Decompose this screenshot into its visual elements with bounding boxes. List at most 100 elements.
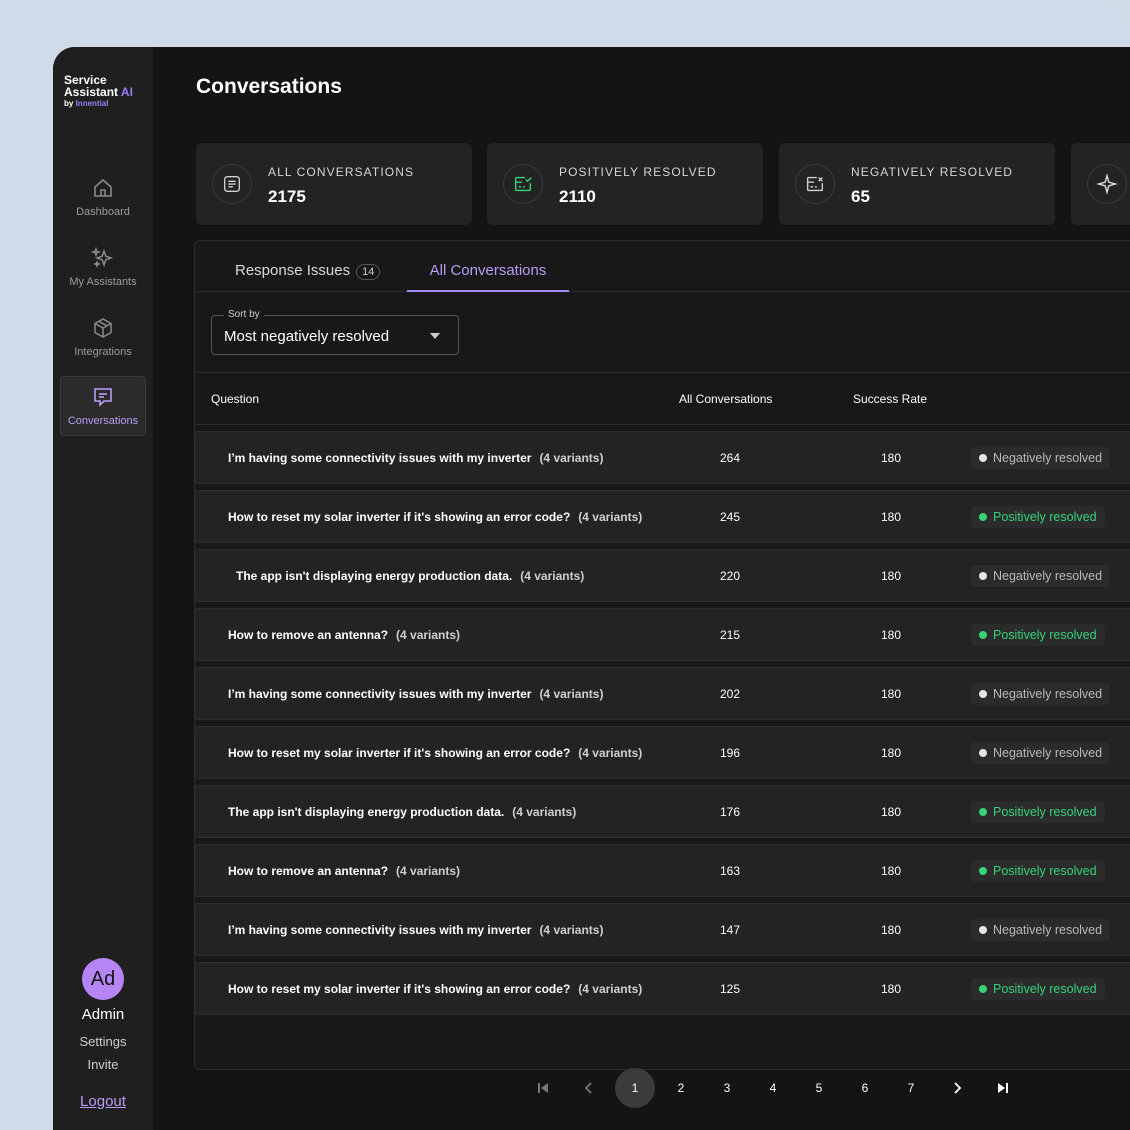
tab-response-issues[interactable]: Response Issues 14 bbox=[235, 262, 381, 280]
column-header-all-conversations[interactable]: All Conversations bbox=[679, 392, 772, 406]
status-badge: Positively resolved bbox=[971, 978, 1105, 1000]
table-row[interactable]: How to remove an antenna? (4 variants) 163… bbox=[194, 844, 1130, 897]
x-card-icon bbox=[806, 176, 824, 192]
status-dot bbox=[979, 808, 987, 816]
status-label: Negatively resolved bbox=[993, 746, 1103, 760]
sidebar-item-dashboard[interactable]: Dashboard bbox=[60, 168, 146, 228]
tab-label: Response Issues bbox=[235, 262, 351, 279]
table-row[interactable]: The app isn't displaying energy producti… bbox=[194, 785, 1130, 838]
status-label: Positively resolved bbox=[993, 864, 1097, 878]
page-button[interactable]: 4 bbox=[753, 1068, 793, 1108]
status-label: Negatively resolved bbox=[993, 923, 1103, 937]
status-label: Positively resolved bbox=[993, 805, 1097, 819]
invite-link[interactable]: Invite bbox=[53, 1057, 153, 1072]
table-row[interactable]: How to remove an antenna? (4 variants) 215… bbox=[194, 608, 1130, 661]
question-label: The app isn't displaying energy producti… bbox=[228, 805, 505, 819]
status-badge: Positively resolved bbox=[971, 624, 1105, 646]
variants-label: (4 variants) bbox=[578, 982, 643, 996]
question-label: The app isn't displaying energy producti… bbox=[236, 569, 513, 583]
app-window: Service Assistant AI by Innential Dashbo… bbox=[53, 47, 1130, 1130]
stat-label: ALL CONVERSATIONS bbox=[268, 165, 415, 179]
success-rate: 180 bbox=[881, 923, 902, 937]
conversation-count: 264 bbox=[720, 451, 741, 465]
conversation-count: 202 bbox=[720, 687, 741, 701]
page-button[interactable]: 7 bbox=[891, 1068, 931, 1108]
table-header: Question All Conversations Success Rate bbox=[195, 372, 1130, 425]
page-button[interactable]: 2 bbox=[661, 1068, 701, 1108]
previous-page-button[interactable] bbox=[569, 1068, 609, 1108]
status-badge: Positively resolved bbox=[971, 801, 1105, 823]
status-dot bbox=[979, 572, 987, 580]
sort-select[interactable]: Sort by Most negatively resolved bbox=[211, 309, 459, 355]
stat-label: POSITIVELY RESOLVED bbox=[559, 165, 717, 179]
stat-icon-wrap bbox=[212, 164, 252, 204]
page-button[interactable]: 3 bbox=[707, 1068, 747, 1108]
user-name: Admin bbox=[81, 1006, 125, 1023]
status-label: Negatively resolved bbox=[993, 451, 1103, 465]
success-rate: 180 bbox=[881, 864, 902, 878]
conversation-count: 176 bbox=[720, 805, 741, 819]
page-button[interactable]: 1 bbox=[615, 1068, 655, 1108]
avatar[interactable]: Ad bbox=[82, 958, 124, 1000]
table-row[interactable]: The app isn't displaying energy producti… bbox=[194, 549, 1130, 602]
status-badge: Positively resolved bbox=[971, 860, 1105, 882]
logo-line2: Assistant AI bbox=[64, 86, 133, 98]
success-rate: 180 bbox=[881, 982, 902, 996]
table-row[interactable]: I’m having some connectivity issues with… bbox=[194, 903, 1130, 956]
logout-link[interactable]: Logout bbox=[53, 1093, 153, 1110]
count-badge: 14 bbox=[356, 264, 381, 280]
question-label: How to reset my solar inverter if it's s… bbox=[228, 510, 571, 524]
question-label: How to remove an antenna? bbox=[228, 864, 389, 878]
tab-all-conversations[interactable]: All Conversations bbox=[407, 241, 569, 292]
column-header-success-rate[interactable]: Success Rate bbox=[853, 392, 927, 406]
logo-by: by bbox=[64, 99, 74, 108]
success-rate: 180 bbox=[881, 687, 902, 701]
status-badge: Positively resolved bbox=[971, 506, 1105, 528]
question-label: I’m having some connectivity issues with… bbox=[228, 923, 532, 937]
first-page-icon bbox=[538, 1083, 548, 1093]
next-page-button[interactable] bbox=[937, 1068, 977, 1108]
question-label: How to remove an antenna? bbox=[228, 628, 389, 642]
app-logo[interactable]: Service Assistant AI by Innential bbox=[64, 74, 133, 110]
stat-card-extra bbox=[1071, 143, 1130, 225]
sidebar-item-conversations[interactable]: Conversations bbox=[60, 376, 146, 436]
sidebar-item-label: Conversations bbox=[67, 415, 139, 427]
sidebar-item-label: Integrations bbox=[74, 346, 132, 358]
table-row[interactable]: I’m having some connectivity issues with… bbox=[194, 667, 1130, 720]
chevron-right-icon bbox=[954, 1082, 962, 1094]
stat-value: 2110 bbox=[559, 187, 596, 206]
status-badge: Negatively resolved bbox=[971, 683, 1111, 705]
question-text: The app isn't displaying energy producti… bbox=[228, 805, 576, 819]
variants-label: (4 variants) bbox=[539, 923, 604, 937]
status-badge: Negatively resolved bbox=[971, 742, 1111, 764]
sidebar-item-integrations[interactable]: Integrations bbox=[60, 308, 146, 368]
question-text: I’m having some connectivity issues with… bbox=[228, 687, 603, 701]
first-page-button[interactable] bbox=[523, 1068, 563, 1108]
sidebar-item-my-assistants[interactable]: My Assistants bbox=[60, 238, 146, 298]
conversation-count: 125 bbox=[720, 982, 741, 996]
page-button[interactable]: 6 bbox=[845, 1068, 885, 1108]
logo-ai: AI bbox=[120, 85, 133, 99]
success-rate: 180 bbox=[881, 805, 902, 819]
table-row[interactable]: I’m having some connectivity issues with… bbox=[194, 431, 1130, 484]
variants-label: (4 variants) bbox=[512, 805, 577, 819]
conversation-count: 163 bbox=[720, 864, 741, 878]
table-row[interactable]: How to reset my solar inverter if it's s… bbox=[194, 490, 1130, 543]
variants-label: (4 variants) bbox=[396, 864, 461, 878]
table-row[interactable]: How to reset my solar inverter if it's s… bbox=[194, 962, 1130, 1015]
stat-card-all-conversations: ALL CONVERSATIONS 2175 bbox=[196, 143, 472, 225]
home-icon bbox=[94, 178, 112, 197]
last-page-button[interactable] bbox=[983, 1068, 1023, 1108]
question-text: How to remove an antenna? (4 variants) bbox=[228, 628, 460, 642]
sparkle-icon bbox=[1096, 173, 1118, 195]
table-row[interactable]: How to reset my solar inverter if it's s… bbox=[194, 726, 1130, 779]
status-label: Positively resolved bbox=[993, 510, 1097, 524]
question-label: I’m having some connectivity issues with… bbox=[228, 687, 532, 701]
package-icon bbox=[94, 318, 112, 338]
page-button[interactable]: 5 bbox=[799, 1068, 839, 1108]
settings-link[interactable]: Settings bbox=[53, 1034, 153, 1049]
logo-byline: by Innential bbox=[64, 98, 133, 110]
conversation-count: 196 bbox=[720, 746, 741, 760]
column-header-question[interactable]: Question bbox=[211, 392, 259, 406]
conversation-count: 220 bbox=[720, 569, 741, 583]
